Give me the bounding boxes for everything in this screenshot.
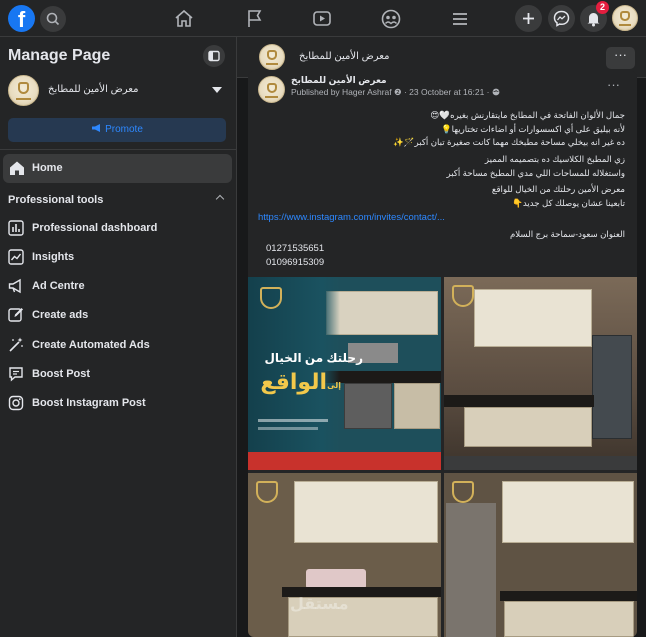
plus-icon [523,13,534,24]
account-avatar[interactable] [612,5,638,31]
groups-icon [381,9,401,29]
globe-icon [492,88,500,96]
phone-number: 01096915309 [266,257,325,268]
company-logo [260,287,282,309]
collapse-sidebar-button[interactable] [203,45,225,67]
page-switcher-name[interactable]: معرض الأمين للمطابخ [48,84,138,95]
promote-label: Promote [105,124,143,135]
watch-tab[interactable] [309,6,335,32]
chevron-up-icon[interactable] [215,194,225,204]
home-icon [10,161,24,175]
post-card: معرض الأمين للمطابخ Published by Hager A… [248,71,637,637]
post-author-name[interactable]: معرض الأمين للمطابخ [291,75,387,86]
manage-page-sidebar: Manage Page معرض الأمين للمطابخ Promote … [0,37,237,637]
post-photo-kitchen[interactable] [444,473,637,637]
post-text-line: لأنه بيليق على أي اكسسوارات أو اضاءات تخ… [440,124,625,134]
sidebar-item-create-ads[interactable]: Create ads [3,301,232,329]
magic-wand-icon [9,337,23,352]
facebook-logo[interactable]: f [8,5,35,32]
watermark-logo: مستقل [290,596,349,613]
megaphone-icon [8,278,21,294]
top-navigation-bar: f 2 [0,0,646,37]
company-logo [452,285,474,307]
professional-tools-heading: Professional tools [8,194,104,206]
post-options-button[interactable]: ··· [607,77,620,92]
page-avatar[interactable] [259,44,285,70]
sidebar-item-professional-dashboard[interactable]: Professional dashboard [3,214,232,242]
sidebar-item-home[interactable]: Home [3,154,232,183]
groups-tab[interactable] [378,6,404,32]
search-icon [46,12,60,26]
sidebar-item-label: Create ads [32,309,89,321]
company-logo [452,481,474,503]
sidebar-item-insights[interactable]: Insights [3,243,232,271]
promo-contact-strip [248,452,441,470]
post-text-line: تابعينا عشان يوصلك كل جديد👇 [512,198,625,208]
post-text-line: العنوان سعود-سماحة برج السلام [509,229,625,239]
instagram-link[interactable]: https://www.instagram.com/invites/contac… [258,212,445,223]
post-author-avatar[interactable] [258,76,285,103]
post-photo-promo[interactable]: رحلتك من الخيال الواقع إلى [248,277,441,470]
post-text-line: جمال الألوان الفاتحة في المطابخ مايتقارن… [430,110,625,120]
post-meta-text: Published by Hager Ashraf ❷ · 23 October… [291,87,492,97]
menu-icon [453,13,467,25]
pages-tab[interactable] [241,6,267,32]
insights-icon [8,249,24,265]
company-logo [256,481,278,503]
phone-number: 01271535651 [266,243,325,254]
sidebar-item-label: Boost Instagram Post [32,397,146,409]
sidebar-item-label: Insights [32,251,75,263]
video-icon [313,11,331,26]
post-text-line: زي المطبخ الكلاسيك ده بتصميمه المميز [484,154,625,164]
chat-bubble-icon [9,367,23,382]
sidebar-item-label: Create Automated Ads [32,339,150,351]
post-text-line: ده غير انه بيخلي مساحة مطبخك مهما كانت ص… [393,137,625,147]
post-photo-kitchen[interactable] [444,277,637,470]
chevron-down-icon[interactable] [212,87,222,93]
notification-badge: 2 [596,1,609,14]
promo-headline-accent: الواقع [260,369,327,394]
sidebar-item-boost-post[interactable]: Boost Post [3,360,232,388]
promote-button[interactable]: Promote [8,118,226,142]
sidebar-item-boost-instagram-post[interactable]: Boost Instagram Post [3,389,232,417]
sidebar-item-label: Professional dashboard [32,222,158,234]
sidebar-toggle-icon [208,50,220,62]
post-text-line: معرض الأمين رحلتك من الخيال للواقع [491,184,625,194]
page-avatar[interactable] [8,75,39,106]
home-icon [175,9,193,27]
sidebar-item-label: Home [32,162,63,174]
create-button[interactable] [515,5,542,32]
messenger-button[interactable] [548,5,575,32]
sidebar-item-create-automated-ads[interactable]: Create Automated Ads [3,331,232,359]
promo-headline: رحلتك من الخيال [264,351,363,365]
sidebar-item-label: Ad Centre [32,280,85,292]
page-title[interactable]: معرض الأمين للمطابخ [299,51,389,62]
page-more-button[interactable]: ··· [606,47,635,69]
sidebar-divider [0,149,236,150]
promo-headline-prefix: إلى [327,381,341,390]
post-text-line: واستغلاله للمساحات اللي مدي المطبخ مساحة… [446,168,625,178]
sidebar-title: Manage Page [8,47,111,64]
sidebar-item-label: Boost Post [32,368,91,380]
menu-tab[interactable] [447,6,473,32]
dashboard-icon [8,220,24,236]
instagram-icon [8,395,24,411]
home-tab[interactable] [171,6,197,32]
post-meta: Published by Hager Ashraf ❷ · 23 October… [291,87,500,98]
messenger-icon [553,10,570,27]
sidebar-item-ad-centre[interactable]: Ad Centre [3,272,232,300]
megaphone-icon [92,124,101,132]
edit-icon [8,308,23,322]
search-button[interactable] [40,6,66,32]
flag-icon [248,10,262,27]
